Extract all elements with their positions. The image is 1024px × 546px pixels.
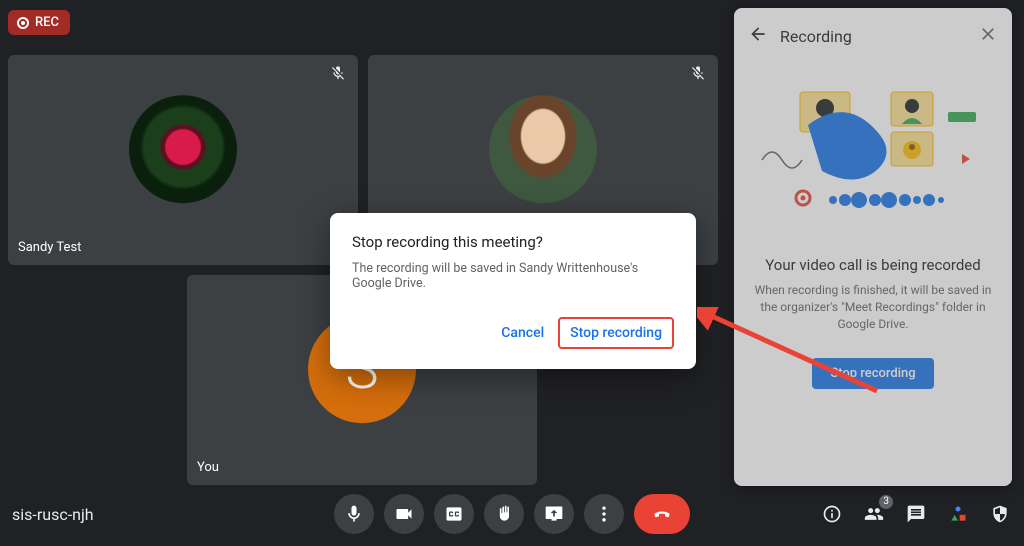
footer-right-controls: 3 xyxy=(820,502,1012,526)
dialog-title: Stop recording this meeting? xyxy=(352,233,674,251)
cancel-button[interactable]: Cancel xyxy=(491,317,554,349)
meeting-code: sis-rusc-njh xyxy=(12,505,94,524)
dialog-body: The recording will be saved in Sandy Wri… xyxy=(352,261,674,291)
call-footer: sis-rusc-njh 3 xyxy=(0,482,1024,546)
present-screen-button[interactable] xyxy=(534,494,574,534)
host-controls-button[interactable] xyxy=(988,502,1012,526)
modal-overlay: Stop recording this meeting? The recordi… xyxy=(0,0,1024,546)
more-options-button[interactable] xyxy=(584,494,624,534)
stop-recording-confirm-button[interactable]: Stop recording xyxy=(558,317,674,349)
activities-button[interactable] xyxy=(946,502,970,526)
raise-hand-button[interactable] xyxy=(484,494,524,534)
dialog-actions: Cancel Stop recording xyxy=(352,317,674,349)
call-controls xyxy=(334,494,690,534)
toggle-camera-button[interactable] xyxy=(384,494,424,534)
end-call-button[interactable] xyxy=(634,494,690,534)
meeting-details-button[interactable] xyxy=(820,502,844,526)
stop-recording-dialog: Stop recording this meeting? The recordi… xyxy=(330,213,696,369)
toggle-mic-button[interactable] xyxy=(334,494,374,534)
chat-button[interactable] xyxy=(904,502,928,526)
people-button[interactable]: 3 xyxy=(862,502,886,526)
toggle-captions-button[interactable] xyxy=(434,494,474,534)
participant-count-badge: 3 xyxy=(879,495,893,509)
